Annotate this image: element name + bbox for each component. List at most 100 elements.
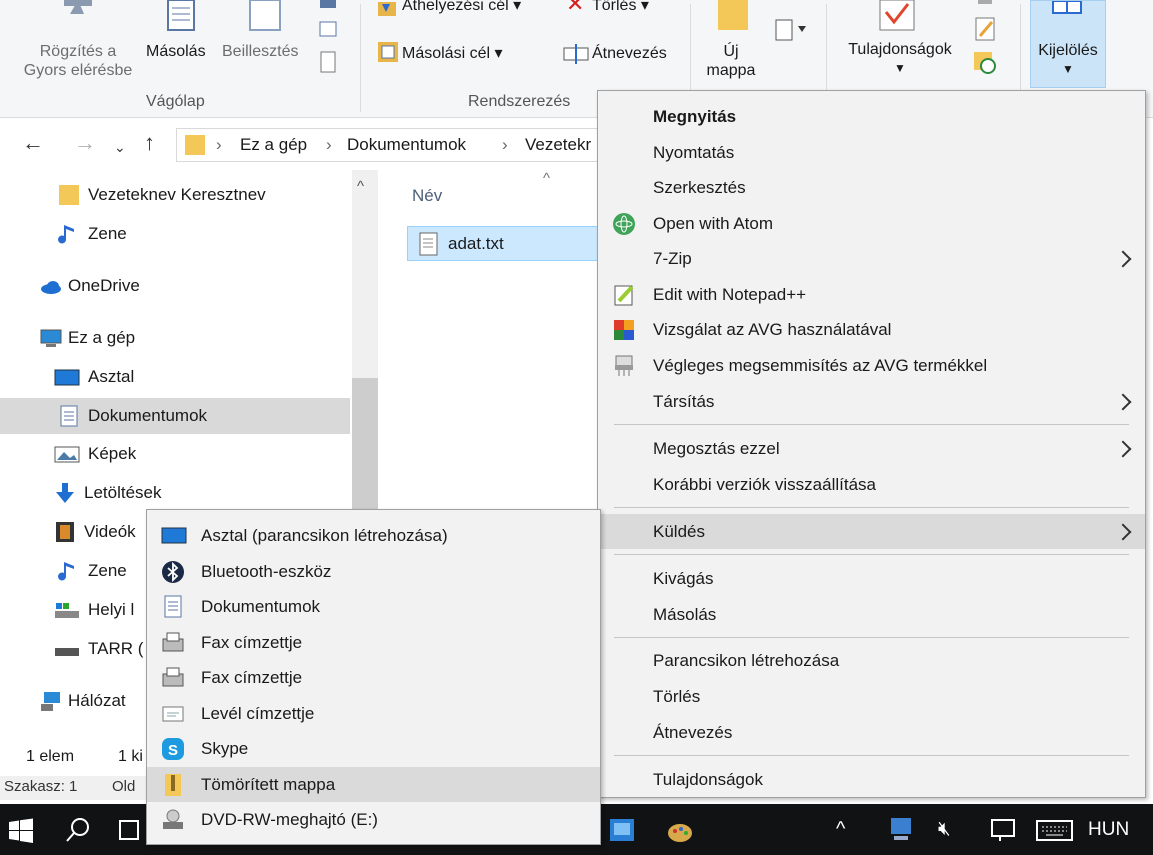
up-icon[interactable]: ↑ [144, 130, 155, 156]
menu-item-copy[interactable]: Másolás [598, 597, 1145, 632]
menu-item-associate[interactable]: Társítás [598, 384, 1145, 419]
scroll-up-icon[interactable]: ^ [357, 178, 364, 195]
nav-item-documents[interactable]: Dokumentumok [0, 398, 350, 434]
paste-button[interactable]: Beillesztés [222, 42, 298, 61]
nav-item-this-pc[interactable]: Ez a gép [40, 320, 135, 356]
nav-item-music[interactable]: Zene [58, 216, 127, 252]
sendto-fax-2[interactable]: Fax címzettje [147, 660, 600, 695]
menu-label: Asztal (parancsikon létrehozása) [201, 525, 448, 545]
download-icon [56, 483, 74, 503]
nav-item-pictures[interactable]: Képek [54, 436, 136, 472]
menu-item-delete[interactable]: Törlés [598, 679, 1145, 714]
search-icon[interactable] [64, 816, 92, 844]
menu-label: Nyomtatás [653, 142, 735, 162]
menu-separator [614, 554, 1129, 555]
move-to-button[interactable]: Áthelyezési cél ▾ [402, 0, 521, 15]
properties-button[interactable]: Tulajdonságok ▼ [834, 40, 966, 78]
network-tray-icon[interactable] [888, 816, 914, 844]
submenu-arrow-icon [1114, 393, 1132, 410]
menu-label: Bluetooth-eszköz [201, 561, 332, 581]
menu-label: Átnevezés [653, 722, 733, 742]
sendto-compressed-folder[interactable]: Tömörített mappa [147, 767, 600, 802]
menu-item-send-to[interactable]: Küldés [598, 514, 1145, 549]
nav-item-network[interactable]: Hálózat [40, 683, 126, 719]
menu-item-restore-versions[interactable]: Korábbi verziók visszaállítása [598, 467, 1145, 502]
menu-item-edit-notepadpp[interactable]: Edit with Notepad++ [598, 277, 1145, 312]
keyboard-icon[interactable] [1036, 820, 1074, 842]
nav-label: Ez a gép [68, 328, 136, 347]
file-row-selected[interactable]: adat.txt [407, 226, 602, 261]
nav-label: Letöltések [84, 483, 162, 502]
nav-item-user-folder[interactable]: Vezeteknev Keresztnev [58, 177, 266, 213]
nav-item-videos[interactable]: Videók [54, 514, 136, 550]
rename-button[interactable]: Átnevezés [592, 44, 667, 63]
remote-desktop-icon[interactable] [608, 817, 636, 845]
sendto-dvd-drive[interactable]: DVD-RW-meghajtó (E:) [147, 802, 600, 837]
paint-icon[interactable] [666, 817, 694, 845]
sendto-skype[interactable]: S Skype [147, 731, 600, 766]
action-center-icon[interactable] [990, 818, 1018, 842]
column-header-name[interactable]: Név [412, 186, 442, 206]
menu-item-rename[interactable]: Átnevezés [598, 715, 1145, 750]
menu-item-open-with-atom[interactable]: Open with Atom [598, 206, 1145, 241]
fax-icon [162, 632, 184, 651]
menu-label: Korábbi verziók visszaállítása [653, 474, 876, 494]
menu-separator [614, 424, 1129, 425]
menu-item-print[interactable]: Nyomtatás [598, 135, 1145, 170]
menu-item-avg-shred[interactable]: Végleges megsemmisítés az AVG termékkel [598, 348, 1145, 383]
breadcrumb-documents[interactable]: Dokumentumok [347, 134, 466, 156]
sendto-fax-1[interactable]: Fax címzettje [147, 625, 600, 660]
new-folder-button[interactable]: Új mappa [700, 42, 762, 80]
menu-item-create-shortcut[interactable]: Parancsikon létrehozása [598, 643, 1145, 678]
menu-item-open[interactable]: Megnyitás [598, 99, 1145, 134]
pin-quick-access-button[interactable]: Rögzítés a Gyors elérésbe [14, 42, 142, 80]
copy-button[interactable]: Másolás [146, 42, 206, 61]
menu-item-share-with[interactable]: Megosztás ezzel [598, 431, 1145, 466]
menu-item-edit[interactable]: Szerkesztés [598, 170, 1145, 205]
input-language[interactable]: HUN [1088, 819, 1129, 841]
breadcrumb-user-folder[interactable]: Vezetekr [525, 134, 591, 156]
nav-item-tarr-drive[interactable]: TARR ( [54, 631, 143, 667]
new-folder-icon [718, 0, 748, 30]
forward-icon[interactable]: → [74, 130, 96, 156]
clipboard-small-icons[interactable] [318, 0, 340, 80]
volume-muted-icon[interactable]: 🔇︎ [938, 818, 951, 841]
menu-item-avg-scan[interactable]: Vizsgálat az AVG használatával [598, 312, 1145, 347]
show-hidden-icons-icon[interactable]: ^ [836, 818, 845, 841]
menu-item-cut[interactable]: Kivágás [598, 561, 1145, 596]
menu-label: Vizsgálat az AVG használatával [653, 319, 892, 339]
windows-start-icon[interactable] [8, 818, 34, 844]
copy-to-button[interactable]: Másolási cél ▾ [402, 44, 503, 63]
select-button[interactable]: Kijelölés ▼ [1030, 0, 1106, 88]
task-view-icon[interactable] [118, 819, 146, 843]
nav-item-downloads[interactable]: Letöltések [54, 475, 162, 511]
menu-item-properties[interactable]: Tulajdonságok [598, 762, 1145, 797]
nav-label: Helyi l [88, 600, 135, 619]
new-item-icon[interactable] [772, 14, 812, 44]
nav-item-music-2[interactable]: Zene [58, 553, 127, 589]
edit-history-icons[interactable] [972, 0, 1002, 80]
sendto-documents[interactable]: Dokumentumok [147, 589, 600, 624]
nav-item-local-disk[interactable]: Helyi l [54, 592, 134, 628]
menu-label: Végleges megsemmisítés az AVG termékkel [653, 355, 988, 375]
copy-to-label: Másolási cél [402, 45, 491, 62]
nav-label: TARR ( [88, 639, 144, 658]
breadcrumb-this-pc[interactable]: Ez a gép [240, 134, 307, 156]
menu-label: Küldés [653, 521, 705, 541]
sendto-bluetooth[interactable]: Bluetooth-eszköz [147, 554, 600, 589]
menu-item-7zip[interactable]: 7-Zip [598, 241, 1145, 276]
select-icon [1052, 1, 1082, 14]
sendto-mail[interactable]: Levél címzettje [147, 696, 600, 731]
nav-label: Dokumentumok [88, 406, 208, 425]
properties-icon [879, 0, 915, 31]
nav-label: Zene [88, 561, 127, 580]
sendto-desktop[interactable]: Asztal (parancsikon létrehozása) [147, 518, 600, 553]
breadcrumb-chevron: › [216, 135, 222, 154]
nav-item-onedrive[interactable]: OneDrive [40, 268, 140, 304]
back-icon[interactable]: ← [22, 130, 44, 156]
pin-label-1: Rögzítés a [39, 43, 117, 60]
nav-item-desktop[interactable]: Asztal [54, 359, 134, 395]
delete-button[interactable]: Törlés ▾ [592, 0, 649, 15]
recent-locations-icon[interactable]: ⌄ [114, 134, 126, 160]
zip-folder-icon [165, 773, 181, 796]
